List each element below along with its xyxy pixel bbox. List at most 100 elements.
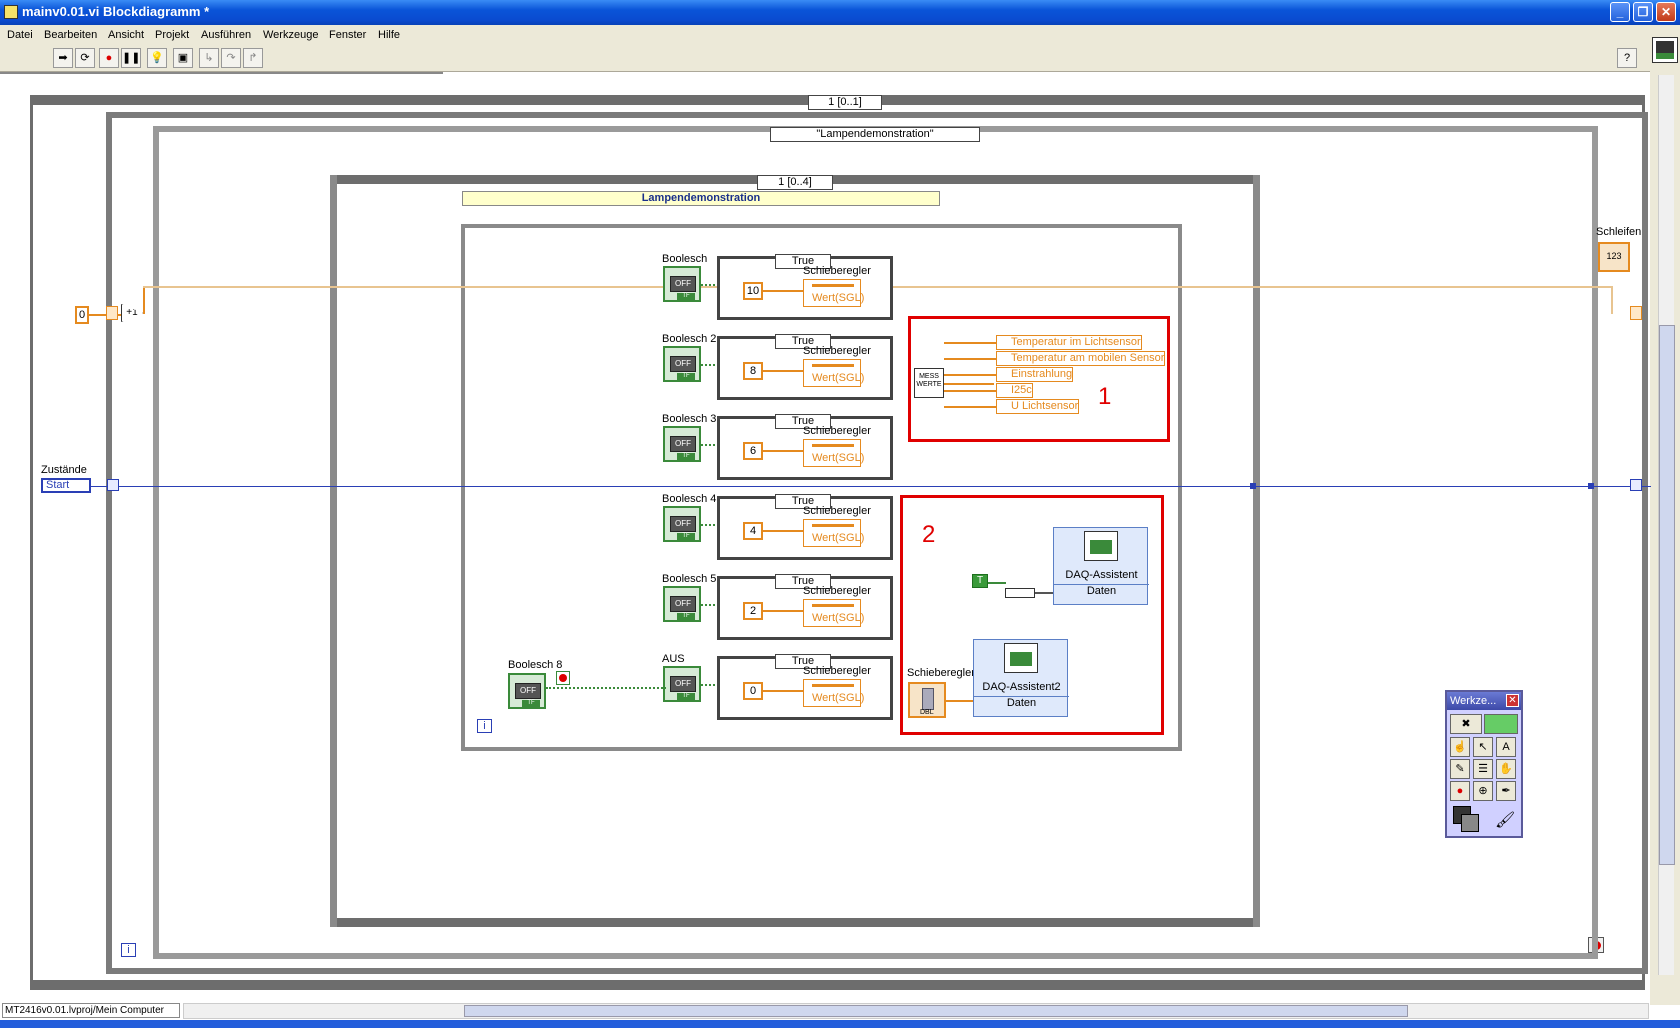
step-over-icon[interactable]: ↷ — [221, 48, 241, 68]
box2-number: 2 — [922, 521, 936, 548]
loop-label: Schleifen — [1596, 226, 1642, 238]
abort-icon[interactable]: ● — [99, 48, 119, 68]
boolean8-label: Boolesch 8 — [508, 659, 563, 671]
position-tool-icon[interactable]: ↖ — [1473, 737, 1493, 757]
box2-slider-label: Schieberegler — [907, 667, 975, 679]
numeric-constant[interactable]: 6 — [743, 442, 763, 460]
states-label: Zustände — [41, 464, 87, 476]
shortcut-menu-tool-icon[interactable]: ☰ — [1473, 759, 1493, 779]
frame-label: Lampendemonstration — [462, 191, 940, 206]
step-into-icon[interactable]: ↳ — [199, 48, 219, 68]
text-tool-icon[interactable]: A — [1496, 737, 1516, 757]
unbundle-field[interactable]: I25c — [996, 383, 1033, 398]
probe-tool-icon[interactable]: ⊕ — [1473, 781, 1493, 801]
horizontal-scroll-thumb[interactable] — [464, 1005, 1408, 1017]
boolean8-control[interactable]: OFF TF — [508, 673, 546, 709]
menu-ansicht[interactable]: Ansicht — [108, 29, 144, 41]
states-enum[interactable]: Start — [41, 478, 91, 493]
slider-node-label: Schieberegler — [803, 265, 871, 277]
slider-node-label: Schieberegler — [803, 665, 871, 677]
inner-sequence-selector[interactable]: 1 [0..4] — [757, 175, 833, 190]
loop-counter-indicator[interactable]: 123 — [1598, 242, 1630, 272]
menu-ausfuehren[interactable]: Ausführen — [201, 29, 251, 41]
slider-local-variable[interactable]: Wert(SGL) — [803, 679, 864, 707]
vertical-scroll-thumb[interactable] — [1659, 325, 1675, 865]
boolean-label: AUS — [662, 653, 685, 665]
boolean-control[interactable]: OFF TF — [663, 426, 701, 462]
iteration-constant[interactable]: 0 — [75, 306, 89, 324]
slider-local-variable[interactable]: Wert(SGL) — [803, 359, 864, 387]
slider-node-label: Schieberegler — [803, 505, 871, 517]
true-constant[interactable]: T — [972, 574, 988, 588]
wire — [763, 290, 805, 292]
slider-local-variable[interactable]: Wert(SGL) — [803, 439, 864, 467]
menu-bearbeiten[interactable]: Bearbeiten — [44, 29, 97, 41]
daq-assistant-2[interactable]: DAQ-Assistent2 Daten — [973, 639, 1069, 717]
retain-wire-values-icon[interactable]: ▣ — [173, 48, 193, 68]
menu-werkzeuge[interactable]: Werkzeuge — [263, 29, 318, 41]
auto-tool-icon[interactable]: ✖ — [1450, 714, 1482, 734]
slider-local-variable[interactable]: Wert(SGL) — [803, 599, 864, 627]
help-icon[interactable]: ? — [1617, 48, 1637, 68]
horizontal-scrollbar[interactable] — [183, 1003, 1649, 1019]
run-arrow-icon[interactable]: ➡ — [53, 48, 73, 68]
state-tunnel — [1588, 483, 1594, 489]
highlight-execution-icon[interactable]: 💡 — [147, 48, 167, 68]
boolean-label: Boolesch 5 — [662, 573, 717, 585]
pause-icon[interactable]: ❚❚ — [121, 48, 141, 68]
vertical-scrollbar[interactable] — [1658, 75, 1675, 975]
step-out-icon[interactable]: ↱ — [243, 48, 263, 68]
slider-local-variable[interactable]: Wert(SGL) — [803, 519, 864, 547]
numeric-constant[interactable]: 2 — [743, 602, 763, 620]
numeric-constant[interactable]: 8 — [743, 362, 763, 380]
palette-close-icon[interactable]: ✕ — [1506, 694, 1519, 707]
close-button[interactable]: ✕ — [1656, 2, 1676, 22]
inner-loop-iteration-icon: i — [477, 719, 492, 733]
boolean-control[interactable]: OFF TF — [663, 506, 701, 542]
unbundle-field[interactable]: Einstrahlung — [996, 367, 1074, 382]
box2-slider-control[interactable]: DBL — [908, 682, 946, 718]
wire — [944, 406, 997, 408]
numeric-constant[interactable]: 0 — [743, 682, 763, 700]
wire — [1611, 286, 1613, 314]
operate-tool-icon[interactable]: ☝ — [1450, 737, 1470, 757]
daq-assistant2-icon — [1004, 643, 1038, 673]
wiring-tool-icon[interactable]: ✎ — [1450, 759, 1470, 779]
unbundle-field[interactable]: Temperatur am mobilen Sensor — [996, 351, 1166, 366]
messwerte-cluster[interactable]: MESS WERTE — [914, 368, 944, 398]
boolean-control[interactable]: OFF TF — [663, 666, 701, 702]
daq-assistant-1[interactable]: DAQ-Assistent Daten — [1053, 527, 1149, 605]
slider-local-variable[interactable]: Wert(SGL) — [803, 279, 864, 307]
boolean-label: Boolesch 2 — [662, 333, 717, 345]
outer-sequence-selector[interactable]: 1 [0..1] — [808, 95, 882, 110]
breakpoint-tool-icon[interactable]: ● — [1450, 781, 1470, 801]
shift-register-right — [1630, 306, 1642, 320]
boolean-control[interactable]: OFF TF — [663, 346, 701, 382]
numeric-constant[interactable]: 10 — [743, 282, 763, 300]
states-value: Start — [46, 479, 70, 491]
minimize-button[interactable]: _ — [1610, 2, 1630, 22]
wire — [763, 450, 805, 452]
boolean-control[interactable]: OFF TF — [663, 586, 701, 622]
unbundle-field[interactable]: U Lichtsensor — [996, 399, 1080, 414]
menu-fenster[interactable]: Fenster — [329, 29, 366, 41]
run-continuously-icon[interactable]: ⟳ — [75, 48, 95, 68]
brush-icon[interactable]: 🖌 — [1495, 810, 1515, 830]
maximize-button[interactable]: ❐ — [1633, 2, 1653, 22]
auto-tool-indicator-icon[interactable] — [1484, 714, 1518, 734]
menu-hilfe[interactable]: Hilfe — [378, 29, 400, 41]
scroll-tool-icon[interactable]: ✋ — [1496, 759, 1516, 779]
wire — [946, 700, 976, 702]
get-color-tool-icon[interactable]: ✒ — [1496, 781, 1516, 801]
state-shift-register-right — [1630, 479, 1642, 491]
inner-sequence-bottom-strip — [330, 918, 1260, 927]
menu-datei[interactable]: Datei — [7, 29, 33, 41]
boolean-label: Boolesch — [662, 253, 708, 265]
numeric-constant[interactable]: 4 — [743, 522, 763, 540]
set-color-tool-icon[interactable] — [1453, 806, 1479, 832]
menu-projekt[interactable]: Projekt — [155, 29, 189, 41]
case-selector[interactable]: "Lampendemonstration" — [770, 127, 980, 142]
boolean-control[interactable]: OFF TF — [663, 266, 701, 302]
vi-icon[interactable] — [1652, 37, 1678, 63]
unbundle-field[interactable]: Temperatur im Lichtsensor — [996, 335, 1142, 350]
